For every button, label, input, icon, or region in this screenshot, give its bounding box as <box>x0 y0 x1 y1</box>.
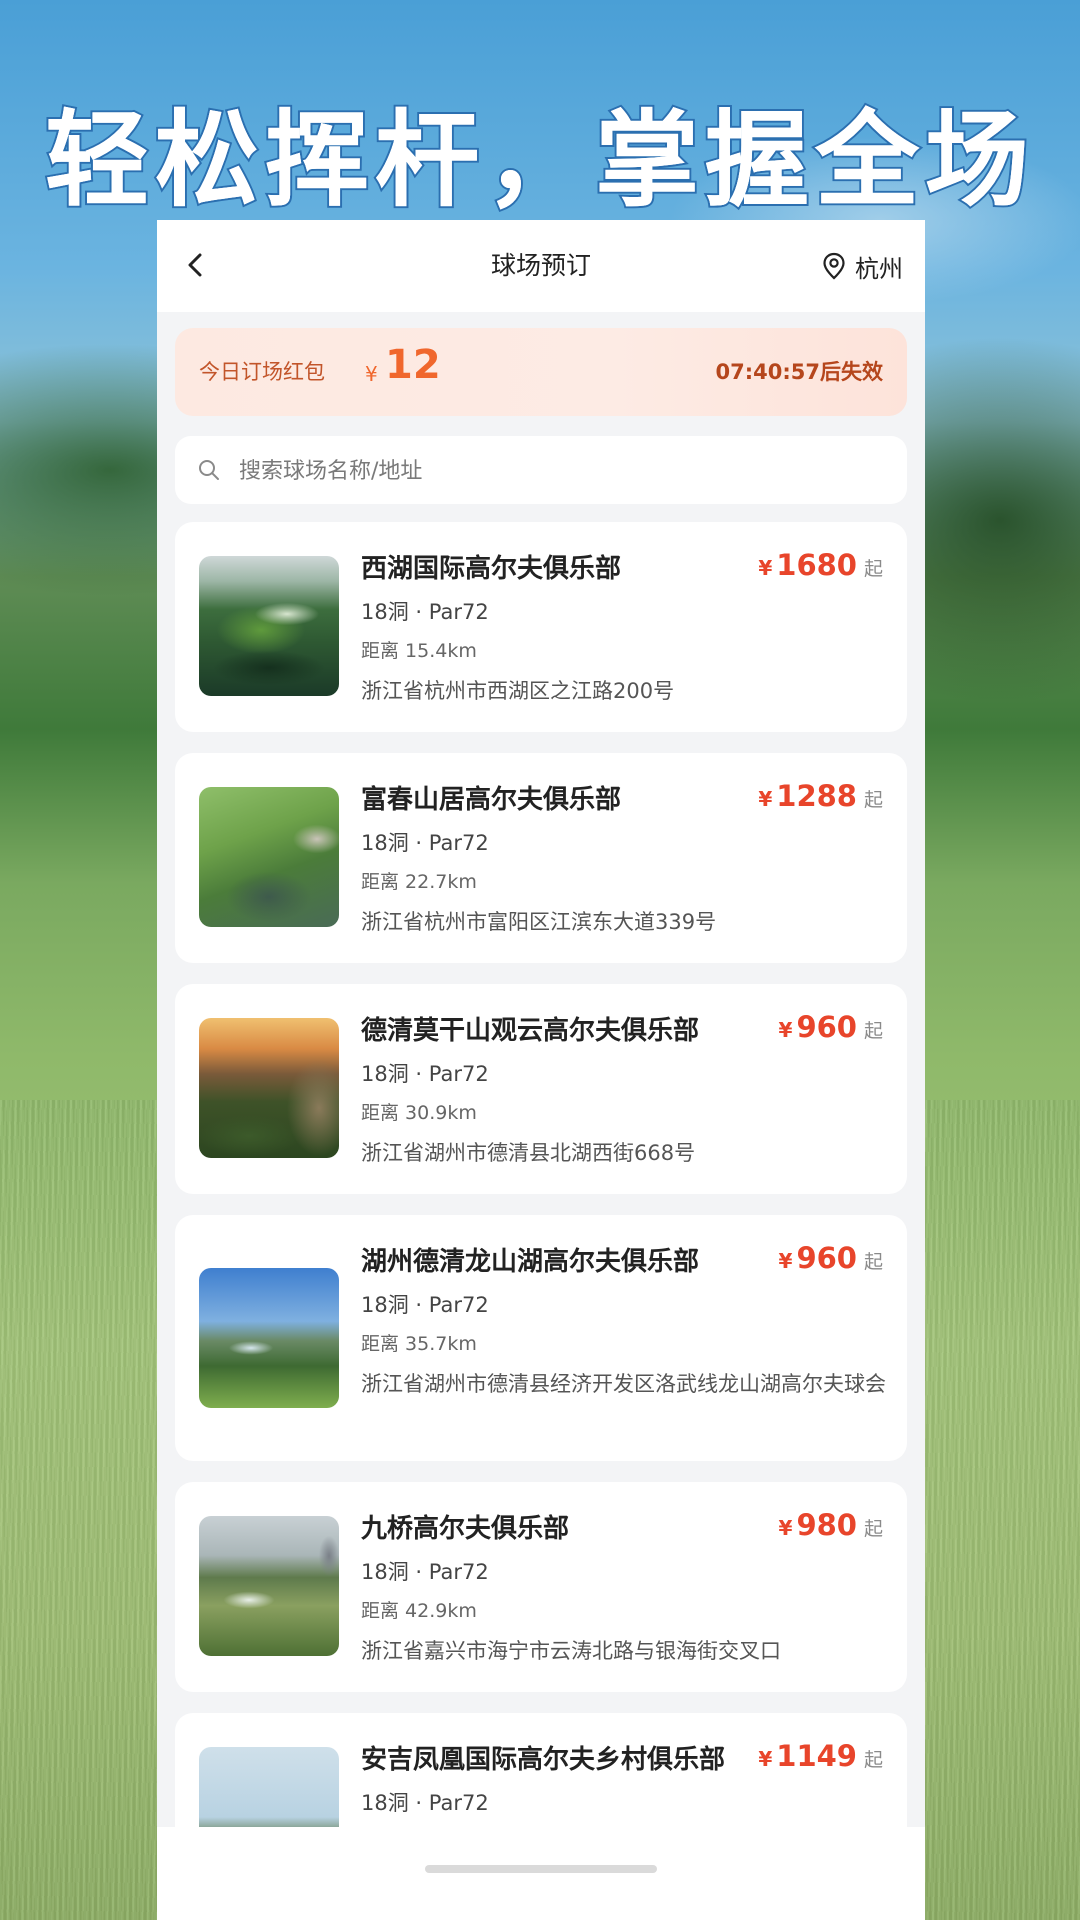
course-address: 浙江省杭州市富阳区江滨东大道339号 <box>361 910 717 934</box>
course-distance: 距离 35.7km <box>361 1333 477 1355</box>
course-holes-par: 18洞 · Par72 <box>361 831 489 855</box>
top-nav-bar: 球场预订 杭州 <box>157 220 925 312</box>
red-packet-countdown: 07:40:57后失效 <box>715 360 883 384</box>
search-input[interactable] <box>237 436 881 506</box>
price-suffix: 起 <box>863 1020 883 1042</box>
price-value: 980 <box>796 1508 857 1542</box>
bottom-safe-area <box>157 1827 925 1920</box>
course-price: ¥ 960 起 <box>779 1010 883 1044</box>
course-thumbnail <box>199 1268 339 1408</box>
course-thumbnail <box>199 556 339 696</box>
price-currency: ¥ <box>758 556 773 580</box>
course-thumbnail <box>199 1018 339 1158</box>
course-price: ¥ 1149 起 <box>758 1739 883 1773</box>
price-value: 960 <box>796 1241 857 1275</box>
course-name: 富春山居高尔夫俱乐部 <box>361 785 622 815</box>
course-price: ¥ 980 起 <box>779 1508 883 1542</box>
price-value: 1149 <box>776 1739 857 1773</box>
course-holes-par: 18洞 · Par72 <box>361 1293 489 1317</box>
app-screen: 球场预订 杭州 今日订场红包 ¥ 12 07:40:57后失效 西湖国际高尔夫俱… <box>157 220 925 1920</box>
price-value: 1680 <box>776 548 857 582</box>
course-thumbnail <box>199 1516 339 1656</box>
course-holes-par: 18洞 · Par72 <box>361 1560 489 1584</box>
course-address: 浙江省湖州市德清县经济开发区洛武线龙山湖高尔夫球会 <box>361 1372 886 1396</box>
red-packet-label: 今日订场红包 <box>199 360 325 384</box>
course-price: ¥ 1680 起 <box>758 548 883 582</box>
course-address: 浙江省嘉兴市海宁市云涛北路与银海街交叉口 <box>361 1639 781 1663</box>
course-distance: 距离 30.9km <box>361 1102 477 1124</box>
price-suffix: 起 <box>863 1251 883 1273</box>
course-name: 九桥高尔夫俱乐部 <box>361 1514 570 1544</box>
course-name: 湖州德清龙山湖高尔夫俱乐部 <box>361 1247 700 1277</box>
red-packet-currency: ¥ <box>365 362 378 386</box>
home-indicator[interactable] <box>425 1865 657 1873</box>
price-currency: ¥ <box>778 1249 793 1273</box>
course-distance: 距离 15.4km <box>361 640 477 662</box>
price-currency: ¥ <box>758 787 773 811</box>
price-currency: ¥ <box>758 1747 773 1771</box>
price-suffix: 起 <box>863 1749 883 1771</box>
course-card[interactable]: 富春山居高尔夫俱乐部 ¥ 1288 起 18洞 · Par72 距离 22.7k… <box>175 753 907 963</box>
course-address: 浙江省湖州市德清县北湖西街668号 <box>361 1141 696 1165</box>
course-name: 西湖国际高尔夫俱乐部 <box>361 554 622 584</box>
city-selector[interactable]: 杭州 <box>821 220 903 312</box>
course-holes-par: 18洞 · Par72 <box>361 1062 489 1086</box>
course-distance: 距离 42.9km <box>361 1600 477 1622</box>
course-price: ¥ 1288 起 <box>758 779 883 813</box>
course-card[interactable]: 九桥高尔夫俱乐部 ¥ 980 起 18洞 · Par72 距离 42.9km 浙… <box>175 1482 907 1692</box>
city-label: 杭州 <box>855 254 903 283</box>
promo-headline: 轻松挥杆，掌握全场 <box>43 97 1035 223</box>
course-card[interactable]: 德清莫干山观云高尔夫俱乐部 ¥ 960 起 18洞 · Par72 距离 30.… <box>175 984 907 1194</box>
course-name: 安吉凤凰国际高尔夫乡村俱乐部 <box>361 1745 726 1775</box>
price-value: 1288 <box>776 779 857 813</box>
course-holes-par: 18洞 · Par72 <box>361 600 489 624</box>
price-suffix: 起 <box>863 789 883 811</box>
course-card[interactable]: 西湖国际高尔夫俱乐部 ¥ 1680 起 18洞 · Par72 距离 15.4k… <box>175 522 907 732</box>
search-icon <box>199 460 219 480</box>
price-suffix: 起 <box>863 558 883 580</box>
price-value: 960 <box>796 1010 857 1044</box>
course-name: 德清莫干山观云高尔夫俱乐部 <box>361 1016 700 1046</box>
search-bar[interactable] <box>175 436 907 506</box>
price-currency: ¥ <box>778 1516 793 1540</box>
red-packet-amount: 12 <box>385 342 441 388</box>
course-thumbnail <box>199 787 339 927</box>
price-currency: ¥ <box>778 1018 793 1042</box>
location-pin-icon <box>823 252 845 280</box>
course-card[interactable]: 湖州德清龙山湖高尔夫俱乐部 ¥ 960 起 18洞 · Par72 距离 35.… <box>175 1215 907 1461</box>
page-title: 球场预订 <box>490 251 591 280</box>
red-packet-banner[interactable]: 今日订场红包 ¥ 12 07:40:57后失效 <box>175 328 907 416</box>
price-suffix: 起 <box>863 1518 883 1540</box>
course-distance: 距离 22.7km <box>361 871 477 893</box>
course-address: 浙江省杭州市西湖区之江路200号 <box>361 679 675 703</box>
course-price: ¥ 960 起 <box>779 1241 883 1275</box>
course-holes-par: 18洞 · Par72 <box>361 1791 489 1815</box>
